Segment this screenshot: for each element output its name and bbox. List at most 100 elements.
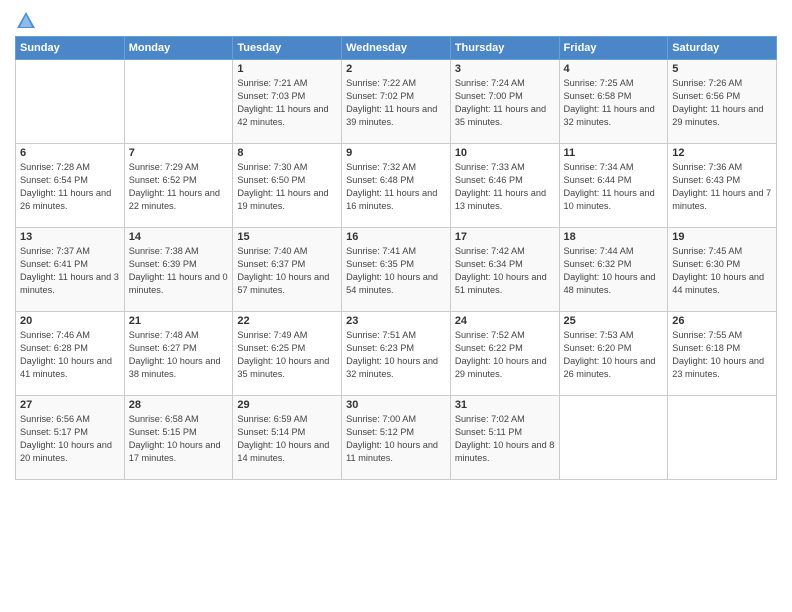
day-number: 28 — [129, 399, 229, 411]
weekday-header-thursday: Thursday — [450, 37, 559, 60]
day-info: Sunrise: 7:51 AM Sunset: 6:23 PM Dayligh… — [346, 329, 446, 381]
day-number: 25 — [564, 315, 664, 327]
calendar-cell-w0d3: 2 Sunrise: 7:22 AM Sunset: 7:02 PM Daylig… — [342, 60, 451, 144]
calendar-cell-w1d5: 11 Sunrise: 7:34 AM Sunset: 6:44 PM Dayli… — [559, 144, 668, 228]
day-info: Sunrise: 7:49 AM Sunset: 6:25 PM Dayligh… — [237, 329, 337, 381]
day-number: 5 — [672, 63, 772, 75]
day-info: Sunrise: 7:52 AM Sunset: 6:22 PM Dayligh… — [455, 329, 555, 381]
calendar-cell-w4d2: 29Sunrise: 6:59 AM Sunset: 5:14 PM Dayli… — [233, 396, 342, 480]
day-number: 16 — [346, 231, 446, 243]
day-number: 19 — [672, 231, 772, 243]
day-info: Sunrise: 7:25 AM Sunset: 6:58 PM Dayligh… — [564, 77, 664, 129]
calendar-cell-w0d4: 3 Sunrise: 7:24 AM Sunset: 7:00 PM Daylig… — [450, 60, 559, 144]
calendar-cell-w0d0 — [16, 60, 125, 144]
day-number: 21 — [129, 315, 229, 327]
calendar-cell-w0d5: 4 Sunrise: 7:25 AM Sunset: 6:58 PM Daylig… — [559, 60, 668, 144]
calendar-cell-w1d2: 8 Sunrise: 7:30 AM Sunset: 6:50 PM Daylig… — [233, 144, 342, 228]
day-number: 26 — [672, 315, 772, 327]
day-info: Sunrise: 7:02 AM Sunset: 5:11 PM Dayligh… — [455, 413, 555, 465]
logo — [15, 10, 41, 32]
day-info: Sunrise: 7:40 AM Sunset: 6:37 PM Dayligh… — [237, 245, 337, 297]
day-number: 2 — [346, 63, 446, 75]
day-number: 13 — [20, 231, 120, 243]
day-info: Sunrise: 7:30 AM Sunset: 6:50 PM Dayligh… — [237, 161, 337, 213]
weekday-header-sunday: Sunday — [16, 37, 125, 60]
day-number: 24 — [455, 315, 555, 327]
day-info: Sunrise: 7:26 AM Sunset: 6:56 PM Dayligh… — [672, 77, 772, 129]
calendar-cell-w4d1: 28 Sunrise: 6:58 AM Sunset: 5:15 PM Dayli… — [124, 396, 233, 480]
calendar-cell-w2d5: 18 Sunrise: 7:44 AM Sunset: 6:32 PM Dayli… — [559, 228, 668, 312]
day-number: 9 — [346, 147, 446, 159]
calendar-cell-w4d5 — [559, 396, 668, 480]
day-info: Sunrise: 7:55 AM Sunset: 6:18 PM Dayligh… — [672, 329, 772, 381]
logo-icon — [15, 10, 37, 32]
calendar-cell-w3d1: 21Sunrise: 7:48 AM Sunset: 6:27 PM Dayli… — [124, 312, 233, 396]
calendar-cell-w3d6: 26 Sunrise: 7:55 AM Sunset: 6:18 PM Dayli… — [668, 312, 777, 396]
calendar-table: SundayMondayTuesdayWednesdayThursdayFrid… — [15, 36, 777, 480]
day-info: Sunrise: 7:44 AM Sunset: 6:32 PM Dayligh… — [564, 245, 664, 297]
calendar-cell-w2d2: 15 Sunrise: 7:40 AM Sunset: 6:37 PM Dayli… — [233, 228, 342, 312]
weekday-header-monday: Monday — [124, 37, 233, 60]
day-number: 6 — [20, 147, 120, 159]
weekday-header-friday: Friday — [559, 37, 668, 60]
day-info: Sunrise: 7:32 AM Sunset: 6:48 PM Dayligh… — [346, 161, 446, 213]
day-info: Sunrise: 7:28 AM Sunset: 6:54 PM Dayligh… — [20, 161, 120, 213]
calendar-cell-w1d6: 12 Sunrise: 7:36 AM Sunset: 6:43 PM Dayli… — [668, 144, 777, 228]
day-info: Sunrise: 7:38 AM Sunset: 6:39 PM Dayligh… — [129, 245, 229, 297]
weekday-header-wednesday: Wednesday — [342, 37, 451, 60]
calendar-cell-w3d4: 24 Sunrise: 7:52 AM Sunset: 6:22 PM Dayli… — [450, 312, 559, 396]
calendar-cell-w2d1: 14 Sunrise: 7:38 AM Sunset: 6:39 PM Dayli… — [124, 228, 233, 312]
day-info: Sunrise: 7:22 AM Sunset: 7:02 PM Dayligh… — [346, 77, 446, 129]
day-info: Sunrise: 7:53 AM Sunset: 6:20 PM Dayligh… — [564, 329, 664, 381]
day-info: Sunrise: 7:41 AM Sunset: 6:35 PM Dayligh… — [346, 245, 446, 297]
day-info: Sunrise: 6:59 AM Sunset: 5:14 PM Dayligh… — [237, 413, 337, 465]
calendar-cell-w3d3: 23 Sunrise: 7:51 AM Sunset: 6:23 PM Dayli… — [342, 312, 451, 396]
calendar-cell-w1d0: 6 Sunrise: 7:28 AM Sunset: 6:54 PM Daylig… — [16, 144, 125, 228]
weekday-header-saturday: Saturday — [668, 37, 777, 60]
calendar-cell-w2d0: 13 Sunrise: 7:37 AM Sunset: 6:41 PM Dayli… — [16, 228, 125, 312]
day-number: 1 — [237, 63, 337, 75]
calendar-cell-w2d6: 19 Sunrise: 7:45 AM Sunset: 6:30 PM Dayli… — [668, 228, 777, 312]
calendar-cell-w1d1: 7 Sunrise: 7:29 AM Sunset: 6:52 PM Daylig… — [124, 144, 233, 228]
day-info: Sunrise: 7:45 AM Sunset: 6:30 PM Dayligh… — [672, 245, 772, 297]
day-info: Sunrise: 7:36 AM Sunset: 6:43 PM Dayligh… — [672, 161, 772, 213]
calendar-cell-w1d3: 9 Sunrise: 7:32 AM Sunset: 6:48 PM Daylig… — [342, 144, 451, 228]
day-number: 15 — [237, 231, 337, 243]
calendar-cell-w3d0: 20 Sunrise: 7:46 AM Sunset: 6:28 PM Dayli… — [16, 312, 125, 396]
day-number: 12 — [672, 147, 772, 159]
day-info: Sunrise: 7:37 AM Sunset: 6:41 PM Dayligh… — [20, 245, 120, 297]
day-number: 4 — [564, 63, 664, 75]
day-info: Sunrise: 7:46 AM Sunset: 6:28 PM Dayligh… — [20, 329, 120, 381]
day-number: 3 — [455, 63, 555, 75]
calendar-cell-w0d6: 5 Sunrise: 7:26 AM Sunset: 6:56 PM Daylig… — [668, 60, 777, 144]
calendar-cell-w4d0: 27Sunrise: 6:56 AM Sunset: 5:17 PM Dayli… — [16, 396, 125, 480]
day-info: Sunrise: 6:56 AM Sunset: 5:17 PM Dayligh… — [20, 413, 120, 465]
calendar-cell-w4d6 — [668, 396, 777, 480]
calendar-cell-w4d3: 30 Sunrise: 7:00 AM Sunset: 5:12 PM Dayli… — [342, 396, 451, 480]
day-number: 7 — [129, 147, 229, 159]
calendar-cell-w1d4: 10 Sunrise: 7:33 AM Sunset: 6:46 PM Dayli… — [450, 144, 559, 228]
day-info: Sunrise: 7:24 AM Sunset: 7:00 PM Dayligh… — [455, 77, 555, 129]
day-info: Sunrise: 7:33 AM Sunset: 6:46 PM Dayligh… — [455, 161, 555, 213]
day-info: Sunrise: 6:58 AM Sunset: 5:15 PM Dayligh… — [129, 413, 229, 465]
day-number: 23 — [346, 315, 446, 327]
calendar-cell-w2d4: 17 Sunrise: 7:42 AM Sunset: 6:34 PM Dayli… — [450, 228, 559, 312]
weekday-header-tuesday: Tuesday — [233, 37, 342, 60]
day-info: Sunrise: 7:29 AM Sunset: 6:52 PM Dayligh… — [129, 161, 229, 213]
day-info: Sunrise: 7:42 AM Sunset: 6:34 PM Dayligh… — [455, 245, 555, 297]
calendar-cell-w2d3: 16 Sunrise: 7:41 AM Sunset: 6:35 PM Dayli… — [342, 228, 451, 312]
day-info: Sunrise: 7:00 AM Sunset: 5:12 PM Dayligh… — [346, 413, 446, 465]
day-number: 14 — [129, 231, 229, 243]
day-info: Sunrise: 7:34 AM Sunset: 6:44 PM Dayligh… — [564, 161, 664, 213]
day-number: 18 — [564, 231, 664, 243]
day-number: 10 — [455, 147, 555, 159]
calendar-cell-w0d1 — [124, 60, 233, 144]
day-number: 22 — [237, 315, 337, 327]
day-number: 11 — [564, 147, 664, 159]
day-number: 30 — [346, 399, 446, 411]
day-number: 17 — [455, 231, 555, 243]
calendar-cell-w3d5: 25 Sunrise: 7:53 AM Sunset: 6:20 PM Dayli… — [559, 312, 668, 396]
day-number: 20 — [20, 315, 120, 327]
day-number: 8 — [237, 147, 337, 159]
day-info: Sunrise: 7:21 AM Sunset: 7:03 PM Dayligh… — [237, 77, 337, 129]
